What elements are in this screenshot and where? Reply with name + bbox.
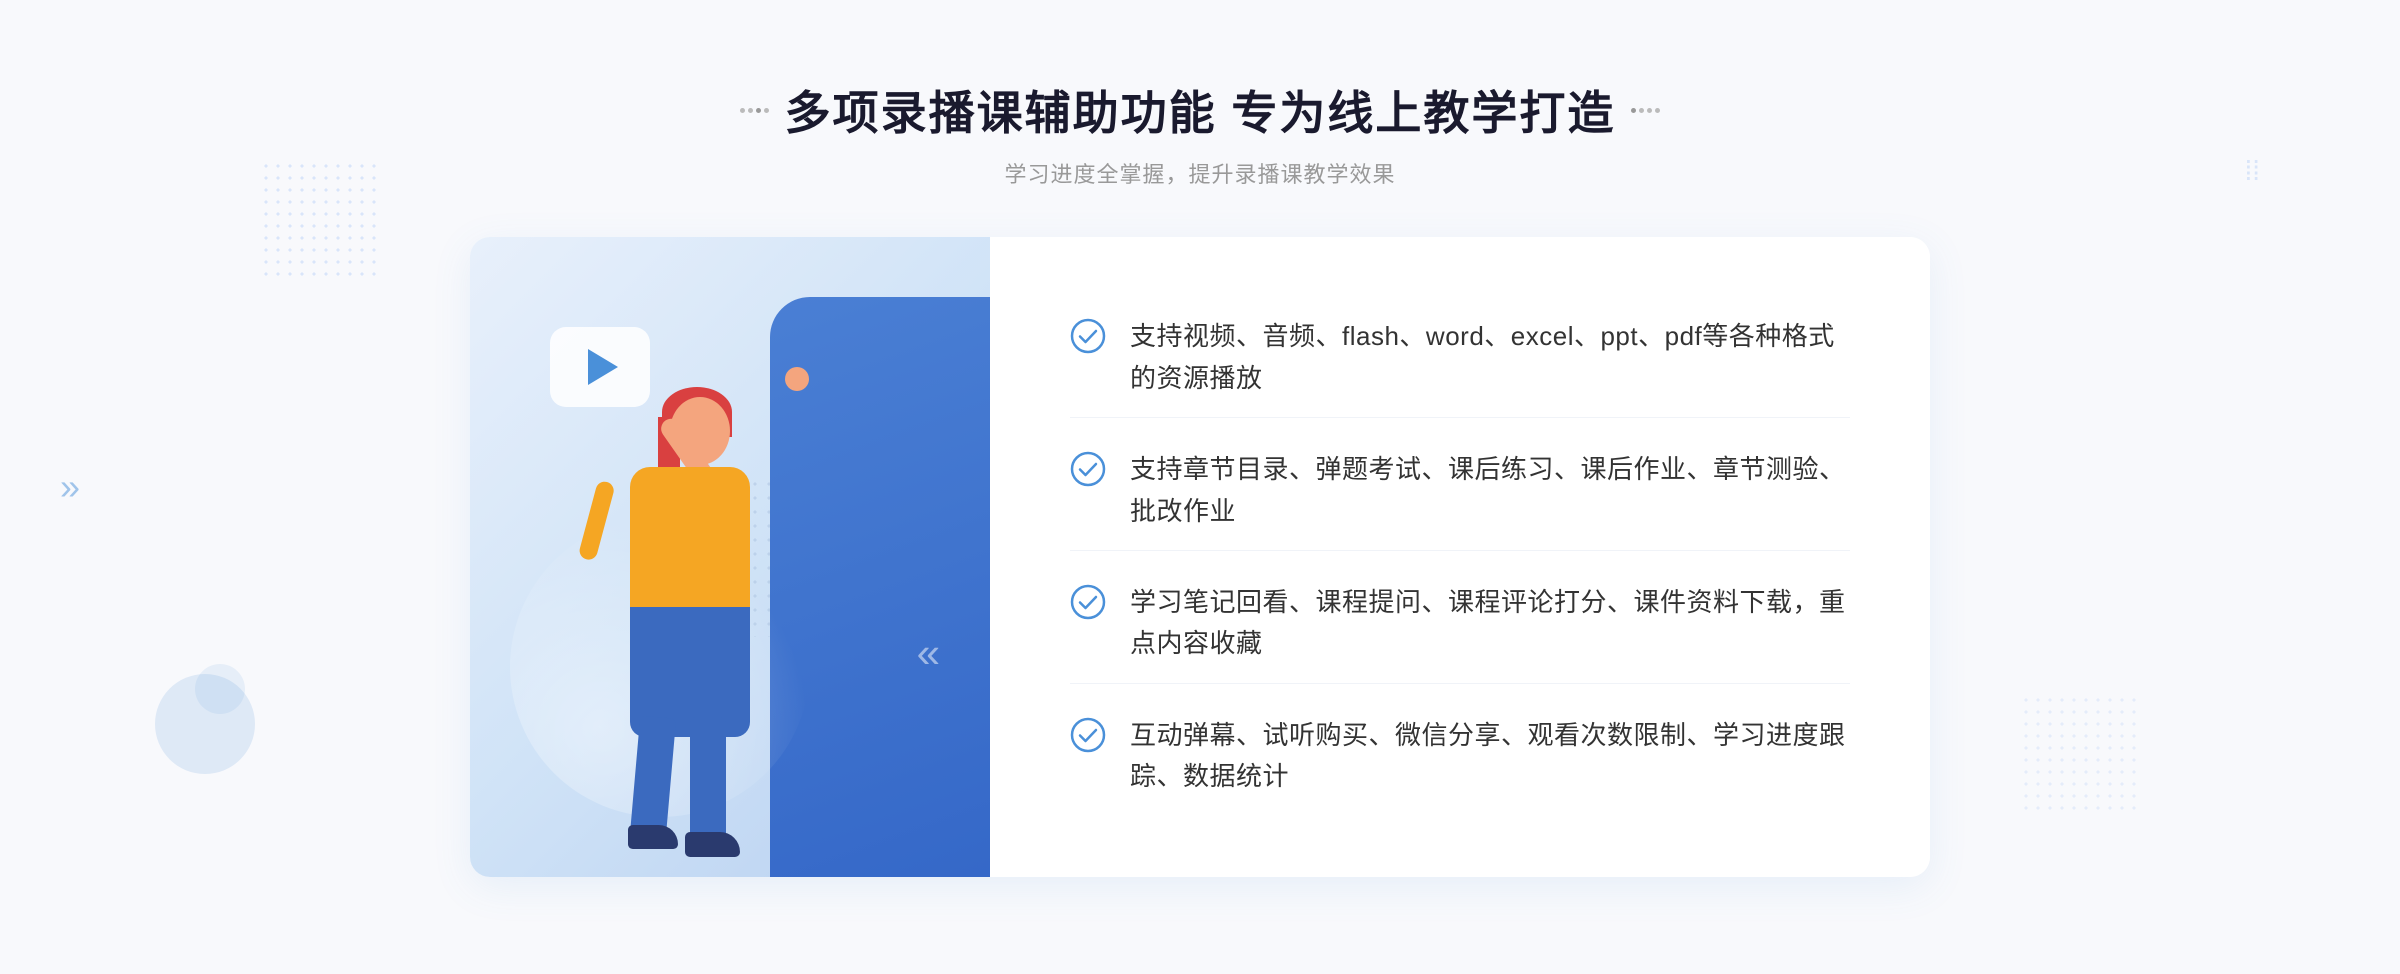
feature-text-4: 互动弹幕、试听购买、微信分享、观看次数限制、学习进度跟踪、数据统计 [1130,715,1850,798]
subtitle: 学习进度全掌握，提升录播课教学效果 [740,157,1661,189]
decoration-dots-left-top [260,160,380,280]
person-shoe-left [628,825,678,849]
decoration-dots-right-bottom [2020,694,2140,814]
header-section: 多项录播课辅助功能 专为线上教学打造 学习进度全掌握，提升录播课教学效果 [740,77,1661,189]
feature-item-1: 支持视频、音频、flash、word、excel、ppt、pdf等各种格式的资源… [1070,298,1850,418]
title-row: 多项录播课辅助功能 专为线上教学打造 [740,77,1661,143]
title-decoration-left [740,108,769,113]
person-arm-right-hand [785,367,809,391]
feature-text-2: 支持章节目录、弹题考试、课后练习、课后作业、章节测验、批改作业 [1130,449,1850,532]
feature-text-1: 支持视频、音频、flash、word、excel、ppt、pdf等各种格式的资源… [1130,316,1850,399]
check-circle-icon-4 [1070,717,1106,753]
chevron-left-icon: » [60,466,80,508]
title-decoration-right [1631,108,1660,113]
feature-item-3: 学习笔记回看、课程提问、课程评论打分、课件资料下载，重点内容收藏 [1070,564,1850,684]
person-arm-left [578,480,616,562]
illustration-panel: « [470,237,990,877]
person-body [530,317,890,877]
person-shoe-right [685,832,740,857]
feature-text-3: 学习笔记回看、课程提问、课程评论打分、课件资料下载，重点内容收藏 [1130,582,1850,665]
main-card: « [470,237,1930,877]
check-circle-icon-1 [1070,318,1106,354]
person-torso [630,467,750,617]
check-circle-icon-2 [1070,451,1106,487]
person-leg-right [690,717,726,847]
chevron-right-top-icon: ⁞⁞ [2244,155,2260,187]
person-illustration [530,317,890,877]
main-title: 多项录播课辅助功能 专为线上教学打造 [785,77,1616,143]
feature-item-4: 互动弹幕、试听购买、微信分享、观看次数限制、学习进度跟踪、数据统计 [1070,697,1850,816]
features-panel: 支持视频、音频、flash、word、excel、ppt、pdf等各种格式的资源… [990,237,1930,877]
panel-chevron-icon: « [917,629,940,677]
check-circle-icon-3 [1070,584,1106,620]
feature-item-2: 支持章节目录、弹题考试、课后练习、课后作业、章节测验、批改作业 [1070,431,1850,551]
decoration-circle-small [195,664,245,714]
